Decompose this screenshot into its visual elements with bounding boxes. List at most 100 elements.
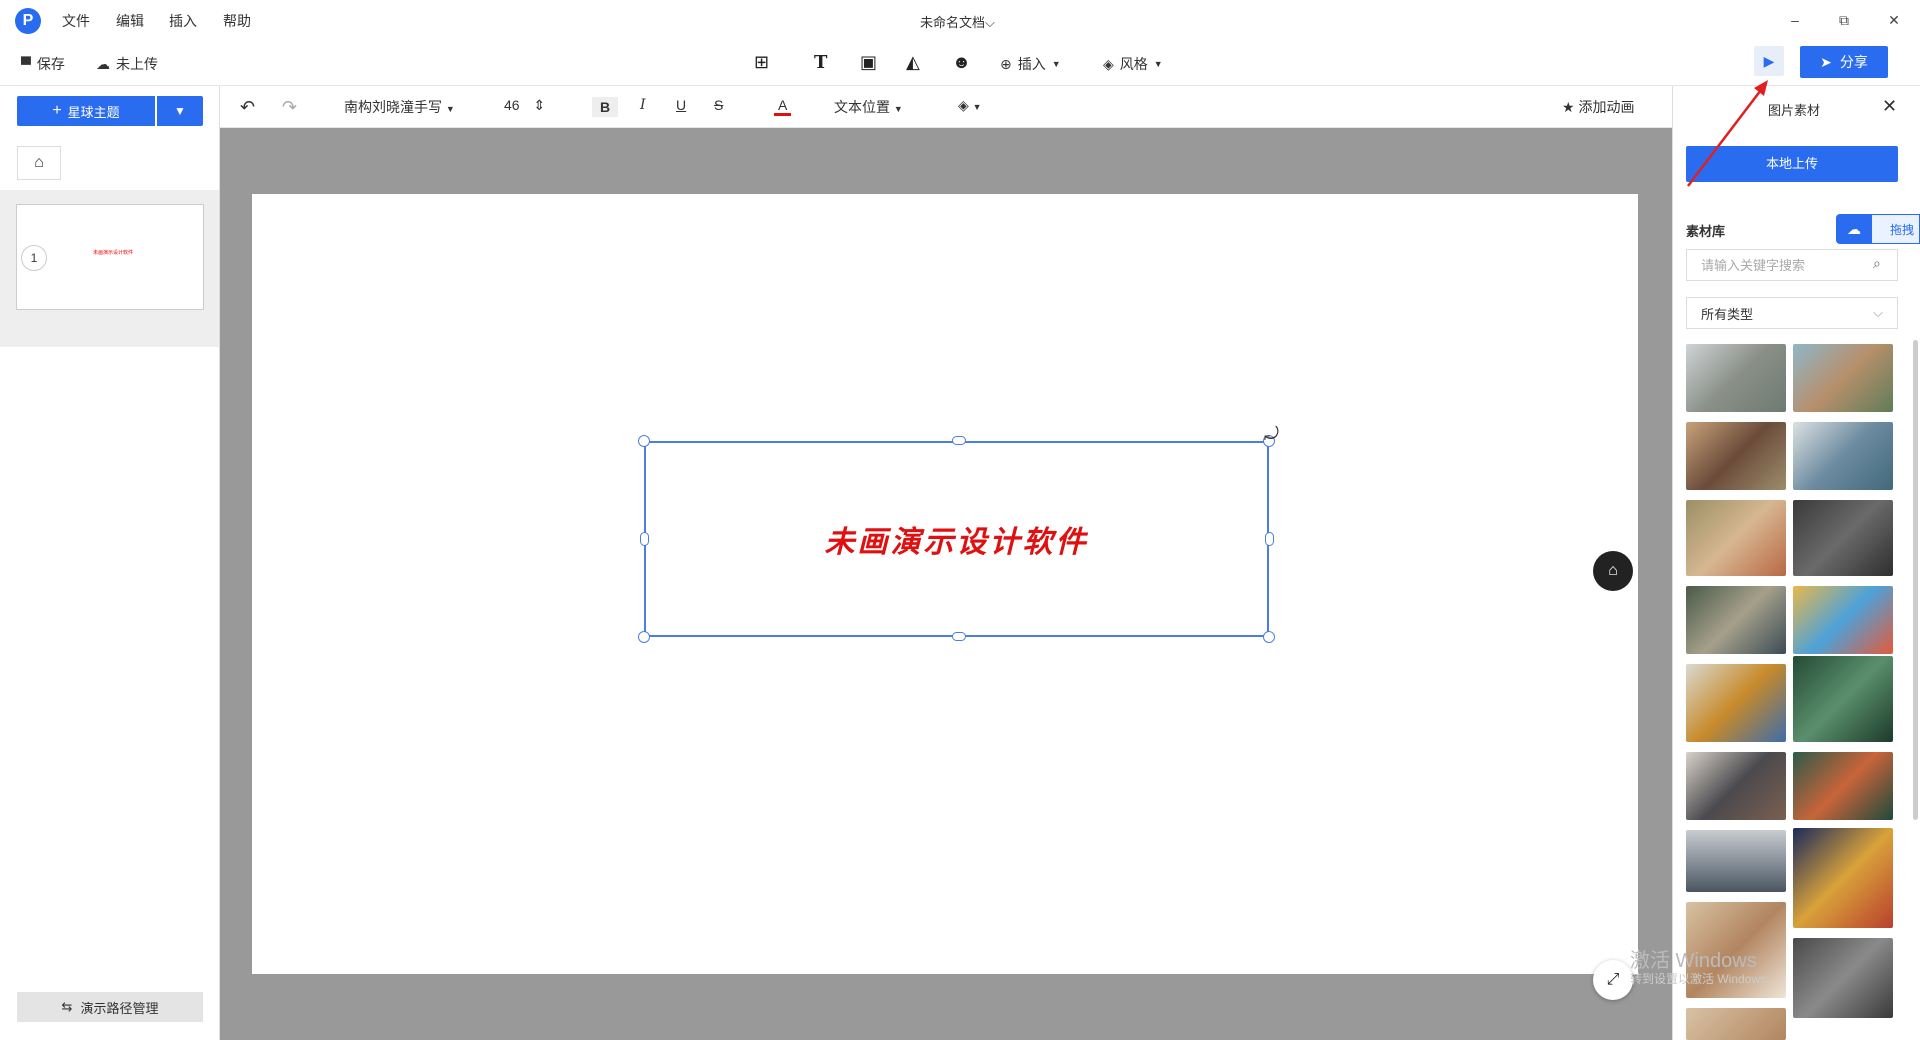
search-icon[interactable]: ⌕ (1873, 255, 1881, 272)
scrollbar[interactable] (1913, 340, 1918, 820)
home-button[interactable]: ⌂ (17, 146, 61, 180)
send-icon: ➤ (1820, 53, 1832, 70)
menu-file[interactable]: 文件 (62, 11, 90, 31)
italic-button[interactable]: I (640, 97, 646, 113)
material-image[interactable] (1793, 344, 1893, 412)
material-image[interactable] (1686, 1008, 1786, 1040)
selection-box[interactable] (644, 441, 1269, 637)
layer-dropdown[interactable]: ◈ ▼ (958, 97, 982, 114)
close-window-button[interactable]: ✕ (1882, 8, 1906, 32)
shape-tool-icon[interactable]: ◭ (906, 52, 920, 73)
material-image[interactable] (1686, 344, 1786, 412)
underline-button[interactable]: U (676, 97, 686, 113)
slide-number: 1 (21, 245, 47, 271)
material-image[interactable] (1686, 586, 1786, 654)
zoom-search-icon[interactable]: ⊞ (754, 52, 769, 73)
material-image[interactable] (1793, 422, 1893, 490)
document-title[interactable]: 未命名文档⌵ (920, 12, 995, 31)
resize-handle-left[interactable] (640, 532, 649, 546)
chevron-down-icon: ⌵ (1873, 305, 1883, 320)
material-image[interactable] (1686, 664, 1786, 742)
panel-close-icon[interactable]: ✕ (1882, 96, 1897, 117)
save-button[interactable]: ▀ 保存 (21, 54, 65, 74)
cloud-icon[interactable]: ☁ (1836, 214, 1872, 244)
font-size-input[interactable]: 46 ⇕ (504, 97, 545, 114)
font-family-select[interactable]: 南构刘晓潼手写 ▼ (344, 97, 455, 117)
caret-down-icon: ▼ (445, 104, 455, 114)
format-toolbar: ↶ ↷ 南构刘晓潼手写 ▼ 46 ⇕ B I U S A 文本位置 ▼ ◈ ▼ … (220, 86, 1672, 128)
type-filter-select[interactable]: 所有类型 ⌵ (1686, 297, 1898, 329)
menu-help[interactable]: 帮助 (223, 11, 251, 31)
layers-icon: ◈ (958, 97, 969, 113)
panel-title: 图片素材 (1768, 103, 1821, 118)
expand-icon: ⤢ (1606, 971, 1620, 988)
material-image[interactable] (1793, 828, 1893, 928)
play-icon: ▶ (1763, 53, 1775, 69)
menu-insert[interactable]: 插入 (169, 11, 197, 31)
resize-handle-bottom-right[interactable] (1263, 631, 1275, 643)
material-image[interactable] (1686, 752, 1786, 820)
caret-down-icon: ▼ (1051, 59, 1061, 69)
upload-status-button[interactable]: ☁ 未上传 (96, 54, 158, 74)
style-icon: ◈ (1103, 55, 1114, 72)
text-position-dropdown[interactable]: 文本位置 ▼ (834, 97, 903, 117)
canvas-home-button[interactable]: ⌂ (1593, 551, 1633, 591)
material-image[interactable] (1793, 938, 1893, 1018)
material-image[interactable] (1793, 500, 1893, 576)
animation-star-icon: ★ (1562, 99, 1575, 115)
home-icon: ⌂ (1608, 562, 1618, 579)
text-tool-icon[interactable]: T (814, 52, 827, 73)
strikethrough-button[interactable]: S (714, 97, 723, 113)
library-label: 素材库 (1686, 224, 1726, 239)
share-button[interactable]: ➤ 分享 (1800, 46, 1888, 78)
drag-upload-button[interactable]: 拖拽 (1872, 214, 1920, 244)
caret-down-icon: ▼ (174, 104, 186, 118)
material-image[interactable] (1793, 752, 1893, 820)
local-upload-button[interactable]: 本地上传 (1686, 146, 1898, 182)
app-logo-icon: P (15, 8, 41, 34)
plus-circle-icon: ⊕ (1000, 55, 1012, 72)
slide-thumbnail[interactable]: 1 未画演示设计软件 (16, 204, 204, 310)
bold-button[interactable]: B (592, 97, 619, 117)
play-button[interactable]: ▶ (1754, 46, 1784, 76)
resize-handle-top-left[interactable] (638, 435, 650, 447)
theme-button[interactable]: + 星球主题 (17, 96, 155, 126)
resize-handle-bottom-left[interactable] (638, 631, 650, 643)
resize-handle-top[interactable] (952, 436, 966, 445)
material-image[interactable] (1793, 656, 1893, 742)
undo-icon[interactable]: ↶ (240, 97, 255, 118)
save-icon: ▀ (21, 56, 31, 72)
add-animation-button[interactable]: ★ 添加动画 (1562, 97, 1634, 117)
stepper-icon: ⇕ (533, 97, 546, 113)
menu-edit[interactable]: 编辑 (116, 11, 144, 31)
slide-thumbnail-text: 未画演示设计软件 (93, 250, 134, 256)
style-dropdown[interactable]: ◈ 风格 ▼ (1103, 54, 1163, 74)
search-input[interactable] (1686, 249, 1898, 281)
material-image[interactable] (1686, 830, 1786, 892)
caret-down-icon: ▼ (972, 102, 982, 112)
minimize-button[interactable]: – (1783, 8, 1807, 32)
redo-icon[interactable]: ↷ (282, 97, 297, 118)
image-tool-icon[interactable]: ▣ (860, 52, 877, 73)
resize-handle-right[interactable] (1265, 532, 1274, 546)
main-toolbar: ▀ 保存 ☁ 未上传 ⊞ T ▣ ◭ ☻ ⊕ 插入 ▼ ◈ 风格 ▼ (0, 42, 1920, 86)
activation-watermark: 激活 Windows (1630, 950, 1757, 972)
material-image[interactable] (1686, 422, 1786, 490)
cloud-upload-icon: ☁ (96, 55, 110, 72)
path-icon: ⇆ (61, 999, 73, 1014)
material-image[interactable] (1686, 500, 1786, 576)
plus-icon: + (52, 102, 62, 119)
fullscreen-button[interactable]: ⤢ (1593, 960, 1633, 1000)
emoji-tool-icon[interactable]: ☻ (952, 52, 971, 73)
path-management-button[interactable]: ⇆ 演示路径管理 (17, 992, 203, 1022)
rotate-icon[interactable]: ⤾ (1264, 424, 1279, 445)
home-icon: ⌂ (34, 154, 44, 171)
restore-button[interactable]: ⧉ (1832, 8, 1856, 32)
activation-watermark-hint: 转到设置以激活 Windows。 (1630, 972, 1779, 986)
title-bar: P 文件 编辑 插入 帮助 未命名文档⌵ – ⧉ ✕ (0, 0, 1920, 40)
theme-dropdown-button[interactable]: ▼ (157, 96, 203, 126)
material-image[interactable] (1793, 586, 1893, 654)
insert-dropdown[interactable]: ⊕ 插入 ▼ (1000, 54, 1061, 74)
resize-handle-bottom[interactable] (952, 632, 966, 641)
font-color-button[interactable]: A (774, 97, 792, 116)
